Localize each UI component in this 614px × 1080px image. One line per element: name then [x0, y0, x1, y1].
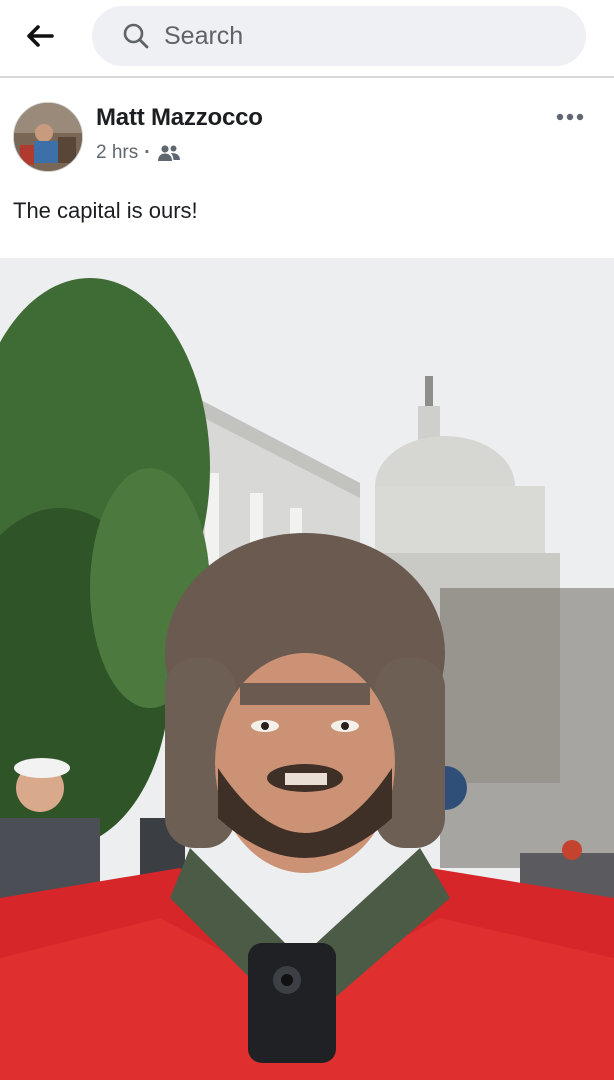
search-icon	[122, 21, 152, 51]
meta-separator: ·	[144, 142, 151, 163]
friends-icon[interactable]	[157, 144, 181, 162]
arrow-left-icon	[27, 25, 54, 47]
more-horizontal-icon	[556, 113, 584, 121]
post-photo[interactable]	[0, 258, 614, 1080]
selfie-photo	[0, 258, 614, 1080]
post-text: The capital is ours!	[13, 198, 198, 223]
more-options-button[interactable]	[550, 110, 590, 124]
author-name[interactable]: Matt Mazzocco	[96, 104, 263, 132]
search-bar[interactable]	[92, 6, 586, 66]
post-time[interactable]: 2 hrs	[96, 142, 138, 164]
post-header: Matt Mazzocco 2 hrs ·	[0, 80, 614, 190]
search-input[interactable]	[162, 20, 546, 52]
top-bar	[0, 0, 614, 78]
back-button[interactable]	[22, 18, 58, 54]
post-meta: 2 hrs ·	[96, 142, 181, 164]
avatar[interactable]	[13, 102, 83, 172]
